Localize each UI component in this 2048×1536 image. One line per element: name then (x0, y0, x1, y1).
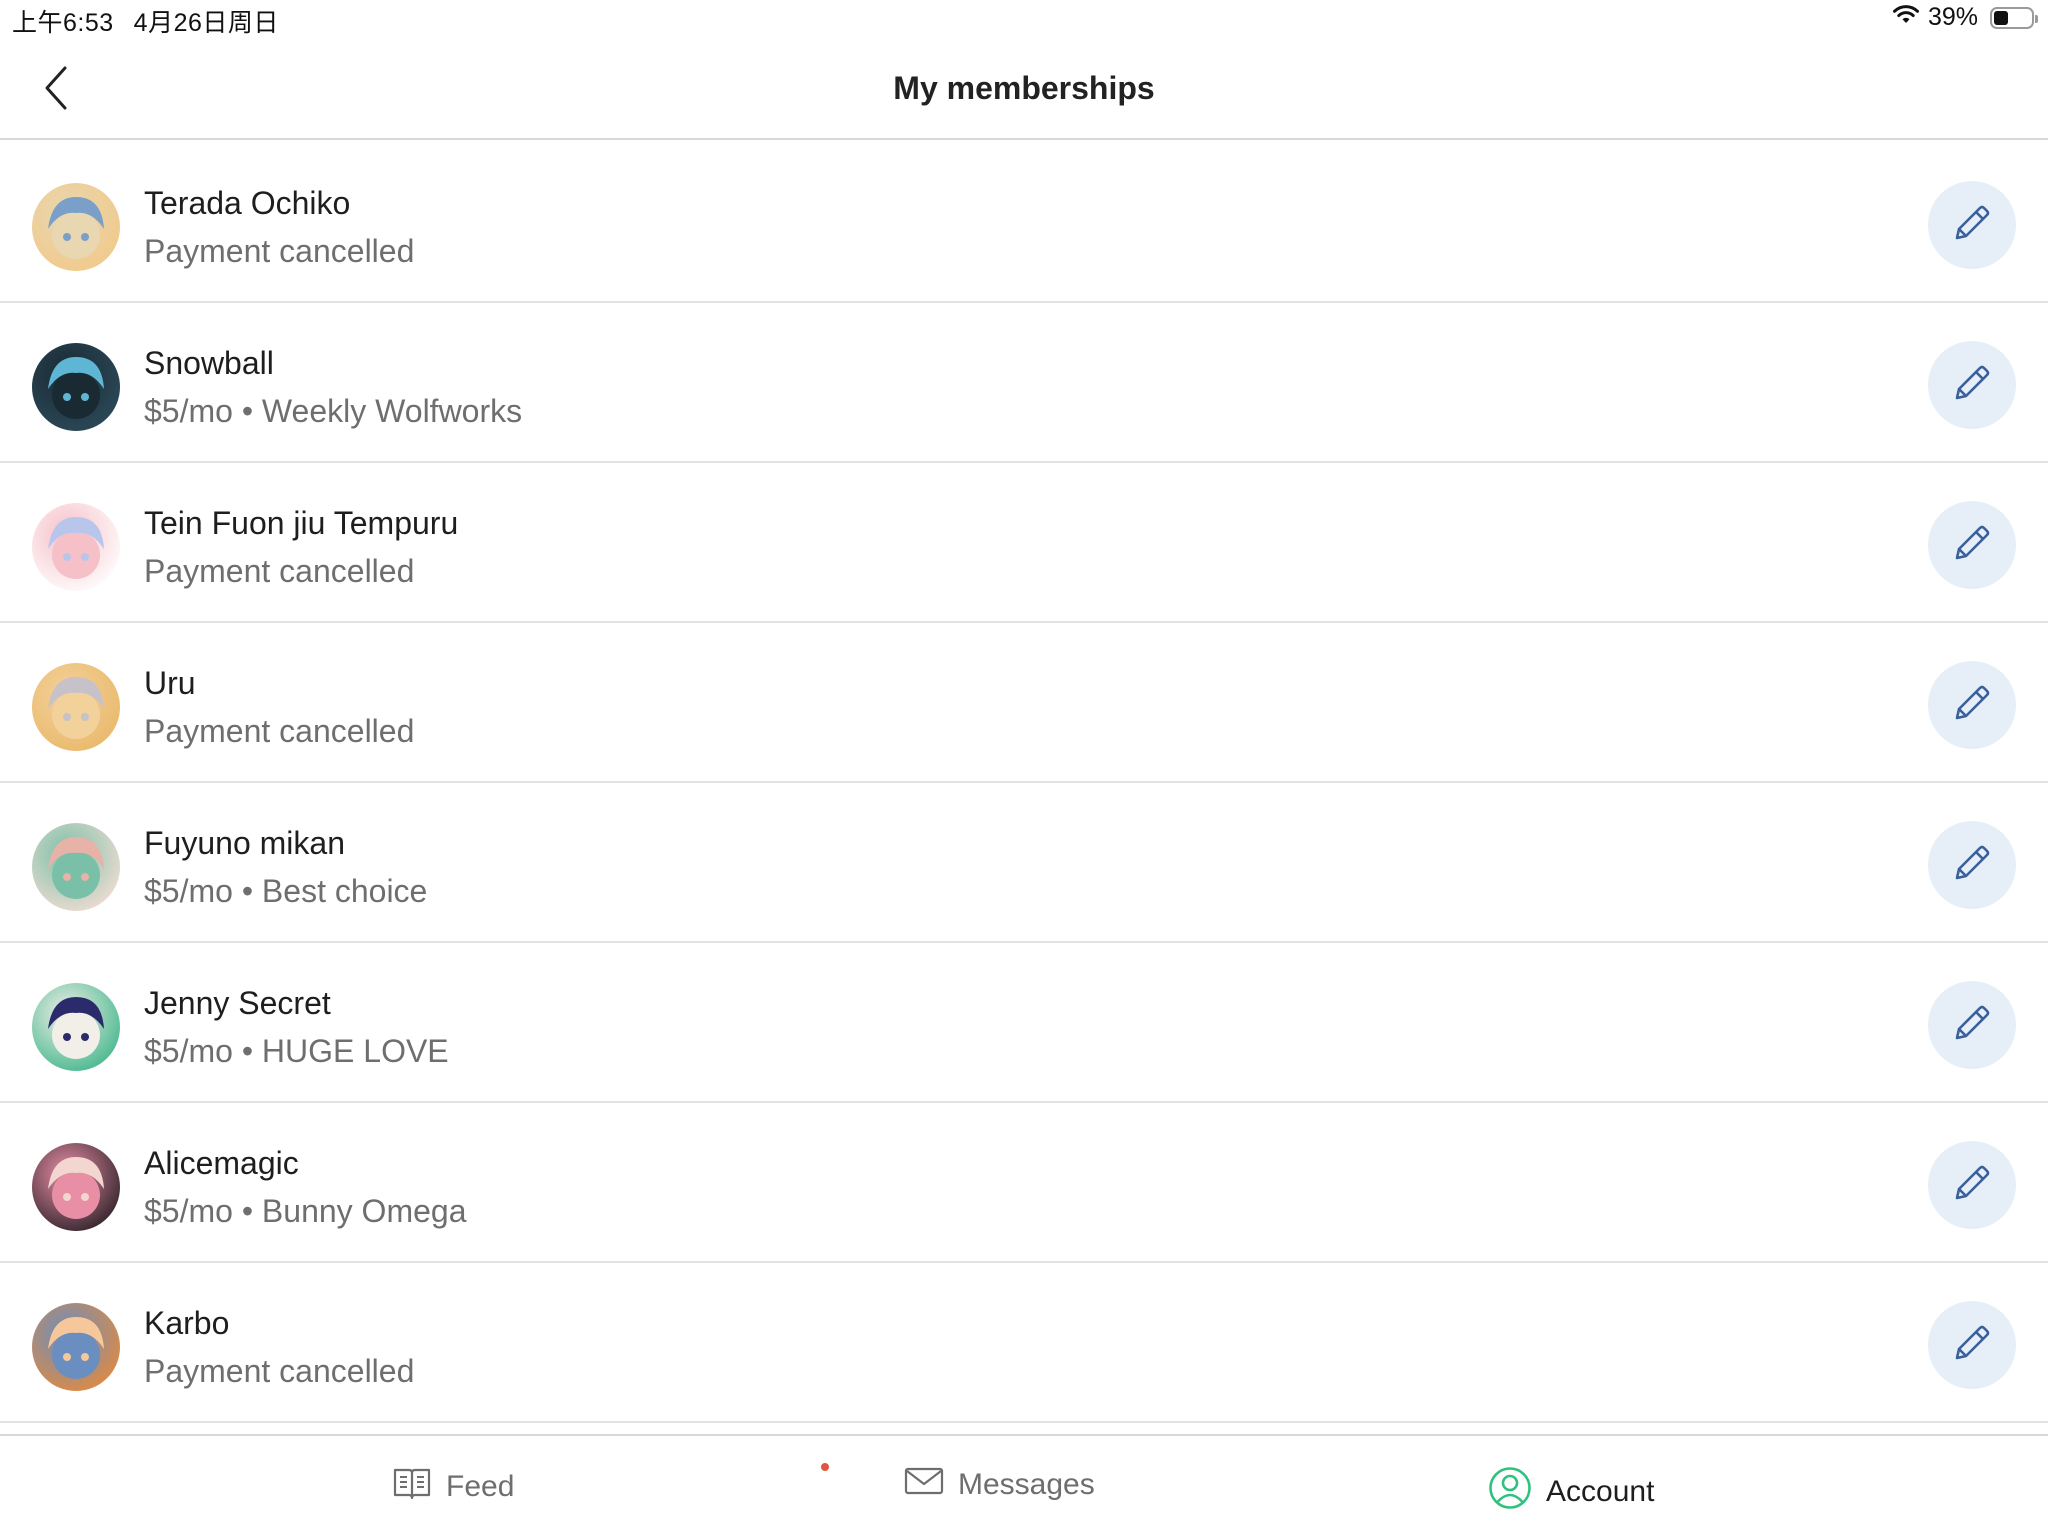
creator-name: Fuyuno mikan (144, 825, 345, 861)
membership-row[interactable]: Karbo Payment cancelled (0, 1265, 2048, 1423)
membership-row[interactable]: Snowball $5/mo • Weekly Wolfworks (0, 305, 2048, 463)
membership-status: $5/mo • HUGE LOVE (144, 1033, 449, 1069)
pencil-icon (1949, 840, 1995, 891)
page-title: My memberships (893, 70, 1155, 106)
messages-unread-dot (821, 1463, 829, 1471)
membership-row[interactable]: Alicemagic $5/mo • Bunny Omega (0, 1105, 2048, 1263)
creator-avatar (32, 983, 120, 1071)
status-bar: 上午6:53 4月26日周日 39% (0, 0, 2048, 40)
battery-icon (1990, 6, 2038, 29)
tab-messages-label: Messages (958, 1468, 1095, 1501)
pencil-icon (1949, 360, 1995, 411)
battery-tip (2035, 14, 2038, 23)
creator-avatar (32, 183, 120, 271)
membership-row[interactable]: Terada Ochiko Payment cancelled (0, 145, 2048, 303)
tab-messages[interactable]: Messages (904, 1466, 1095, 1504)
pencil-icon (1949, 680, 1995, 731)
edit-membership-button[interactable] (1928, 1141, 2016, 1229)
pencil-icon (1949, 200, 1995, 251)
creator-name: Jenny Secret (144, 985, 331, 1021)
wifi-icon (1892, 3, 1920, 32)
creator-name: Karbo (144, 1305, 230, 1341)
tab-feed-label: Feed (446, 1470, 515, 1503)
membership-status: Payment cancelled (144, 1353, 415, 1389)
tab-bar: Feed Messages Account (0, 1434, 2048, 1536)
creator-avatar (32, 503, 120, 591)
tab-feed[interactable]: Feed (392, 1466, 514, 1508)
membership-status: $5/mo • Bunny Omega (144, 1193, 467, 1229)
nav-header: My memberships (0, 40, 2048, 140)
creator-name: Tein Fuon jiu Tempuru (144, 505, 459, 541)
book-icon (392, 1466, 432, 1508)
screen: 上午6:53 4月26日周日 39% My memberships Terada… (0, 0, 2048, 1536)
user-circle-icon (1488, 1466, 1532, 1518)
creator-avatar (32, 1303, 120, 1391)
membership-status: Payment cancelled (144, 233, 415, 269)
creator-name: Terada Ochiko (144, 185, 351, 221)
status-time-date: 上午6:53 4月26日周日 (12, 3, 299, 39)
membership-row[interactable]: Uru Payment cancelled (0, 625, 2048, 783)
creator-avatar (32, 343, 120, 431)
edit-membership-button[interactable] (1928, 501, 2016, 589)
creator-avatar (32, 1143, 120, 1231)
membership-status: $5/mo • Weekly Wolfworks (144, 393, 523, 429)
membership-row[interactable]: Tein Fuon jiu Tempuru Payment cancelled (0, 465, 2048, 623)
status-time: 上午6:53 (12, 9, 114, 37)
battery-level-fill (1994, 10, 2008, 25)
membership-list: Terada Ochiko Payment cancelled Snowball $5… (0, 145, 2048, 1425)
status-date: 4月26日周日 (133, 9, 279, 37)
status-indicators: 39% (1892, 3, 2038, 32)
creator-name: Alicemagic (144, 1145, 299, 1181)
edit-membership-button[interactable] (1928, 181, 2016, 269)
edit-membership-button[interactable] (1928, 1301, 2016, 1389)
edit-membership-button[interactable] (1928, 661, 2016, 749)
membership-row[interactable]: Fuyuno mikan $5/mo • Best choice (0, 785, 2048, 943)
creator-avatar (32, 823, 120, 911)
creator-name: Uru (144, 665, 196, 701)
edit-membership-button[interactable] (1928, 341, 2016, 429)
tab-account-label: Account (1546, 1475, 1655, 1508)
pencil-icon (1949, 1000, 1995, 1051)
edit-membership-button[interactable] (1928, 981, 2016, 1069)
pencil-icon (1949, 1320, 1995, 1371)
membership-status: $5/mo • Best choice (144, 873, 428, 909)
membership-status: Payment cancelled (144, 713, 415, 749)
pencil-icon (1949, 520, 1995, 571)
tab-account[interactable]: Account (1488, 1466, 1654, 1518)
membership-row[interactable]: Jenny Secret $5/mo • HUGE LOVE (0, 945, 2048, 1103)
membership-status: Payment cancelled (144, 553, 415, 589)
creator-name: Snowball (144, 345, 274, 381)
pencil-icon (1949, 1160, 1995, 1211)
creator-avatar (32, 663, 120, 751)
envelope-icon (904, 1466, 944, 1504)
battery-percent: 39% (1927, 3, 1978, 31)
edit-membership-button[interactable] (1928, 821, 2016, 909)
